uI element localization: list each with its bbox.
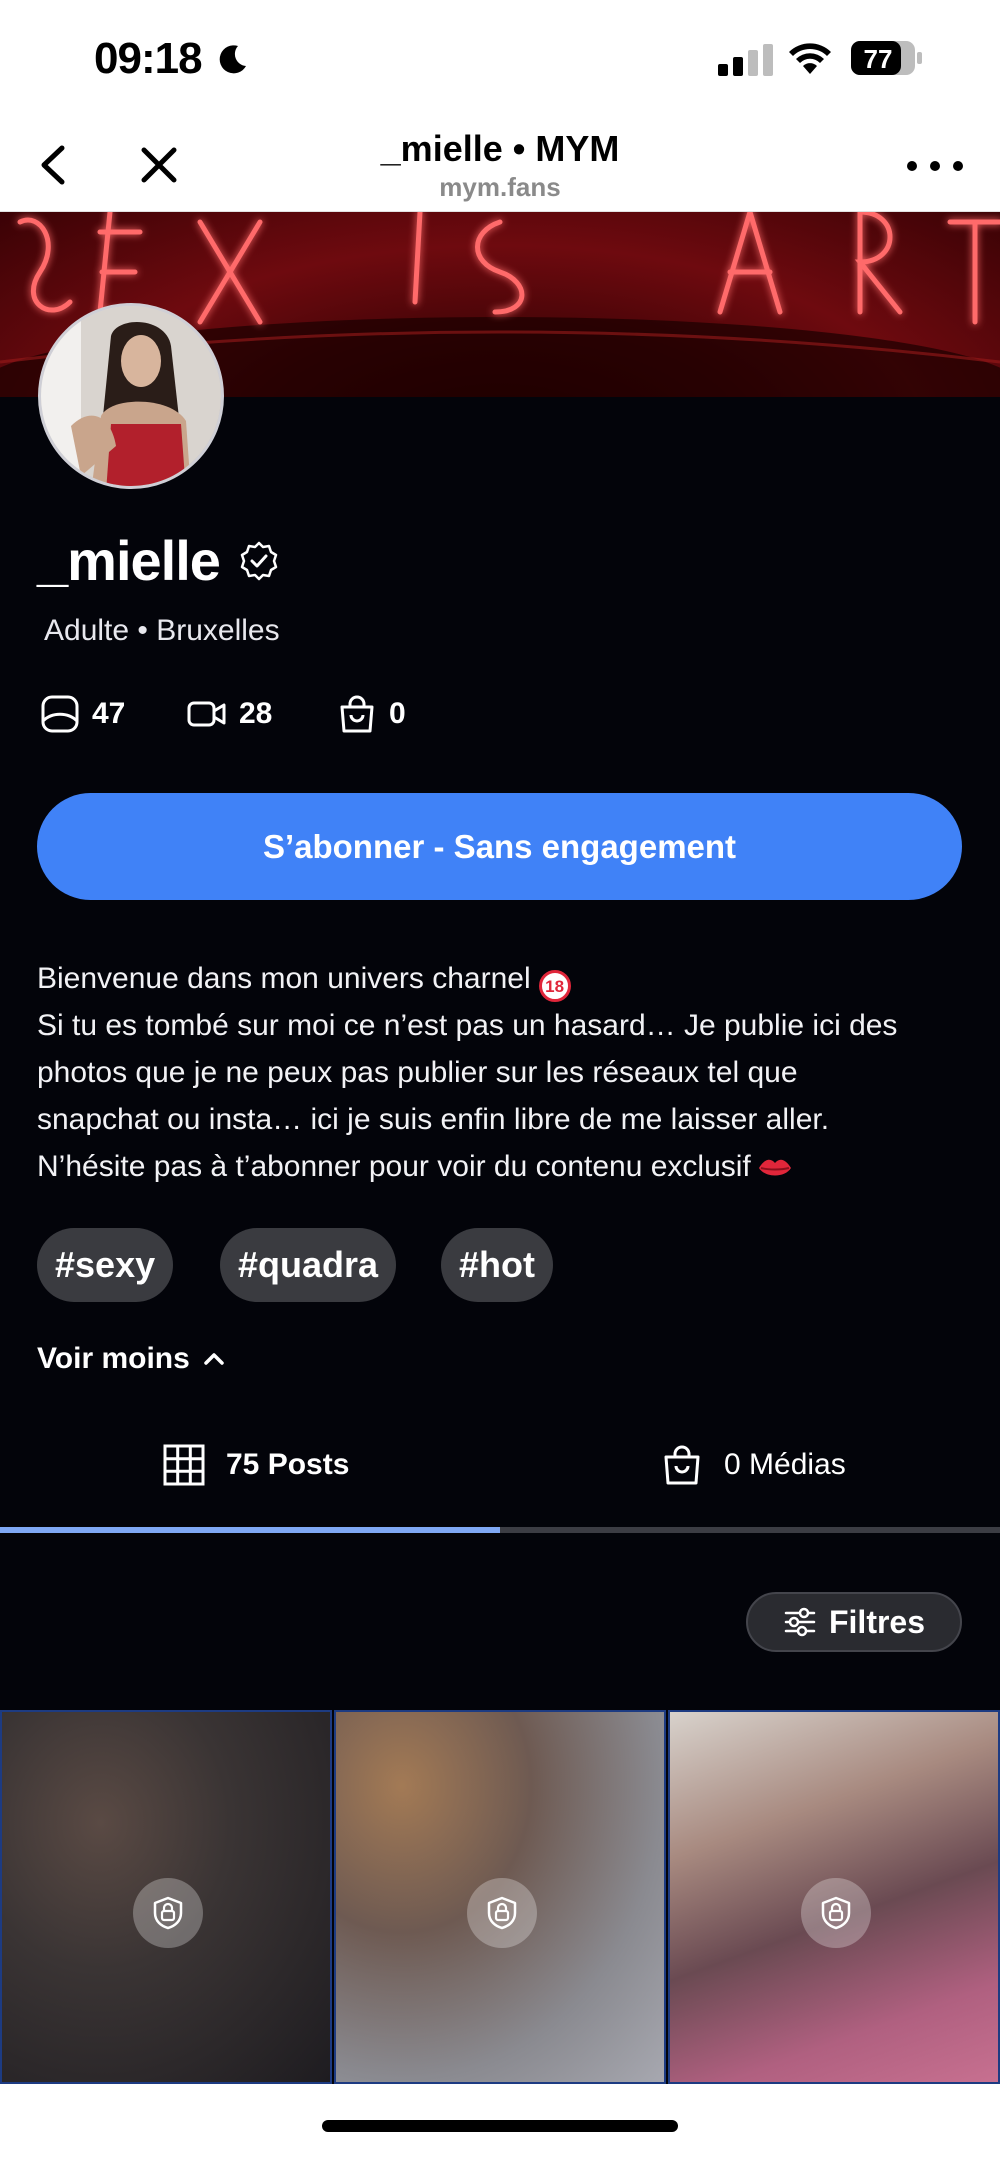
more-options-icon[interactable] xyxy=(904,156,966,176)
stat-photos-value: 47 xyxy=(92,697,126,730)
kiss-lips-icon xyxy=(758,1159,791,1176)
tab-posts[interactable]: 75 Posts xyxy=(162,1440,349,1490)
profile-username: _mielle xyxy=(37,529,221,592)
avatar-photo xyxy=(41,306,221,486)
verified-badge-icon xyxy=(240,541,278,581)
photo-icon xyxy=(41,695,79,733)
bio-line: Si tu es tombé sur moi ce n’est pas un h… xyxy=(37,1009,898,1042)
home-indicator-bar xyxy=(0,2084,1000,2164)
locked-post[interactable] xyxy=(668,1710,1000,2084)
lock-button xyxy=(133,1878,203,1948)
wifi-icon xyxy=(789,43,831,74)
back-icon[interactable] xyxy=(32,140,76,190)
tab-posts-label: 75 Posts xyxy=(226,1448,350,1481)
chevron-up-icon xyxy=(204,1353,224,1365)
stat-products-value: 0 xyxy=(389,697,406,730)
page-title: _mielle • MYM xyxy=(380,128,620,169)
profile-bio: Bienvenue dans mon univers charnel 18 Si … xyxy=(37,955,977,1190)
see-less-button[interactable]: Voir moins xyxy=(37,1342,228,1376)
video-icon xyxy=(187,701,226,727)
moon-icon xyxy=(219,45,246,74)
bio-line: snapchat ou insta… ici je suis enfin lib… xyxy=(37,1103,830,1136)
tag-hot[interactable]: #hot xyxy=(441,1228,553,1302)
avatar[interactable] xyxy=(38,303,224,489)
posts-grid xyxy=(0,1710,1000,2084)
stat-products: 0 xyxy=(337,692,406,736)
stat-videos: 28 xyxy=(187,692,272,736)
battery-icon: 77 xyxy=(851,41,922,75)
shopping-bag-icon xyxy=(664,1445,700,1485)
close-icon[interactable] xyxy=(136,142,182,188)
adult-18-icon: 18 xyxy=(538,970,571,1002)
tab-active-indicator xyxy=(0,1527,500,1533)
subscribe-button[interactable]: S’abonner - Sans engagement xyxy=(37,793,962,900)
sliders-icon xyxy=(784,1607,816,1637)
shopping-bag-icon xyxy=(340,695,374,733)
filters-label: Filtres xyxy=(828,1603,926,1640)
battery-level: 77 xyxy=(864,44,893,74)
stat-photos: 47 xyxy=(40,692,125,736)
stat-videos-value: 28 xyxy=(239,697,273,730)
bio-line: Bienvenue dans mon univers charnel 18 xyxy=(37,955,977,1002)
locked-post[interactable] xyxy=(334,1710,666,2084)
signal-icon xyxy=(718,44,773,76)
tab-medias[interactable]: 0 Médias xyxy=(660,1440,846,1490)
browser-header: _mielle • MYM mym.fans xyxy=(0,120,1000,212)
page-url: mym.fans xyxy=(439,172,561,202)
filters-button[interactable]: Filtres xyxy=(746,1592,962,1652)
status-bar: 09:18 77 xyxy=(0,0,1000,120)
grid-icon xyxy=(163,1444,205,1486)
lock-button xyxy=(467,1878,537,1948)
lock-shield-icon xyxy=(821,1896,851,1930)
lock-button xyxy=(801,1878,871,1948)
lock-shield-icon xyxy=(153,1896,183,1930)
status-time: 09:18 xyxy=(94,34,203,83)
tag-sexy[interactable]: #sexy xyxy=(37,1228,174,1302)
bio-line: N’hésite pas à t’abonner pour voir du co… xyxy=(37,1143,977,1190)
bio-line: photos que je ne peux pas publier sur le… xyxy=(37,1056,798,1089)
lock-shield-icon xyxy=(487,1896,517,1930)
tab-medias-label: 0 Médias xyxy=(724,1448,846,1481)
profile-meta: Adulte • Bruxelles xyxy=(44,614,280,647)
locked-post[interactable] xyxy=(0,1710,332,2084)
tag-quadra[interactable]: #quadra xyxy=(220,1228,397,1302)
home-indicator[interactable] xyxy=(322,2120,678,2132)
see-less-label: Voir moins xyxy=(37,1342,190,1375)
